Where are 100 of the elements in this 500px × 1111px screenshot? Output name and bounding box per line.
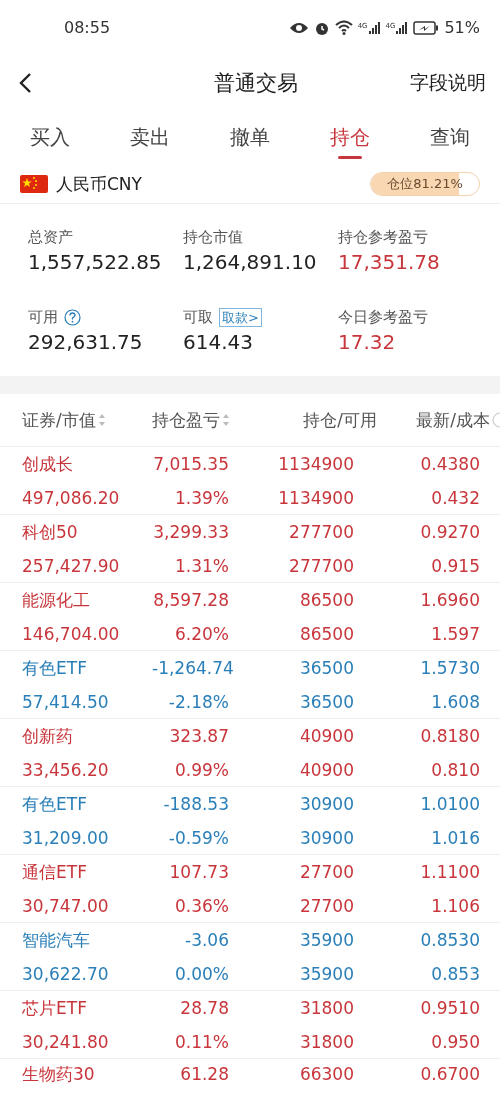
pnl-percent-cell-text: -0.59% — [167, 826, 229, 849]
security-name: 创新药 — [22, 724, 74, 747]
available-cell-text: 36500 — [298, 690, 354, 713]
cost-price-cell-text: 0.950 — [430, 1030, 480, 1053]
column-header[interactable]: 持仓盈亏 — [152, 408, 230, 432]
market-value-cell-text: 30,747.00 — [22, 894, 110, 917]
holding-row[interactable]: 科创50 3,299.33 277700 0.9270 257,427.90 1.31% 277700 0.915 — [0, 515, 500, 583]
holding-row[interactable]: 通信ETF 107.73 27700 1.1100 30,747.00 0.36% 27700 1.106 — [0, 855, 500, 923]
position-cell-text: 35900 — [298, 928, 354, 951]
cost-price-cell-text: 1.016 — [430, 826, 480, 849]
latest-price-cell-text: 1.1100 — [419, 860, 480, 883]
pnl-percent-cell-text: 6.20% — [174, 622, 229, 645]
market-value-cell-text: 31,209.00 — [22, 826, 110, 849]
battery-icon — [413, 20, 440, 35]
cost-price-cell-text: 1.597 — [430, 622, 480, 645]
security-name: 智能汽车 — [22, 928, 91, 951]
pnl-cell: 7,015.35 — [152, 452, 229, 475]
pnl-cell: 8,597.28 — [152, 588, 229, 611]
market-value-cell-text: 57,414.50 — [22, 690, 110, 713]
latest-price-cell-text: 1.6960 — [419, 588, 480, 611]
sort-icon — [222, 413, 230, 427]
security-name: 能源化工 — [22, 588, 91, 611]
pnl-cell-text: 61.28 — [179, 1063, 229, 1085]
position-cell-text: 1134900 — [277, 452, 354, 475]
latest-price-cell-text: 0.6700 — [419, 1063, 480, 1085]
status-time: 08:55 — [64, 18, 111, 37]
tab[interactable]: 卖出 — [100, 110, 200, 165]
flag-icon — [20, 175, 48, 193]
holding-row[interactable]: 生物药30 61.28 66300 0.6700 — [0, 1059, 500, 1085]
holding-row[interactable]: 有色ETF -1,264.74 36500 1.5730 57,414.50 -2.18% 36500 1.608 — [0, 651, 500, 719]
holding-row[interactable]: 有色ETF -188.53 30900 1.0100 31,209.00 -0.59% 30900 1.016 — [0, 787, 500, 855]
security-name: 生物药30 — [22, 1063, 96, 1085]
field-help-link[interactable]: 字段说明 — [410, 69, 486, 96]
available-cell-text: 35900 — [298, 962, 354, 985]
holding-row[interactable]: 智能汽车 -3.06 35900 0.8530 30,622.70 0.00% 35900 0.853 — [0, 923, 500, 991]
available-cell-text: 30900 — [298, 826, 354, 849]
tab[interactable]: 持仓 — [300, 110, 400, 165]
latest-price-cell-text: 0.8180 — [419, 724, 480, 747]
summary-label: 可取 — [183, 307, 213, 327]
position-cell-text: 86500 — [298, 588, 354, 611]
position-cell-text: 40900 — [298, 724, 354, 747]
pnl-percent-cell-text: 0.99% — [174, 758, 229, 781]
summary-label: 可用 — [28, 307, 58, 327]
position-cell-text: 30900 — [298, 792, 354, 815]
position-cell-text: 31800 — [298, 996, 354, 1019]
summary-value: 17,351.78 — [338, 250, 441, 274]
eye-icon — [288, 20, 309, 35]
column-header[interactable]: 证券/市值 — [22, 408, 106, 432]
security-name: 有色ETF — [22, 792, 88, 815]
withdraw-link[interactable]: 取款> — [219, 307, 262, 327]
summary-label: 持仓参考盈亏 — [338, 227, 428, 247]
market-value-cell-text: 30,622.70 — [22, 962, 110, 985]
tab[interactable]: 买入 — [0, 110, 100, 165]
pnl-cell-text: -3.06 — [184, 928, 229, 951]
latest-price-cell-text: 0.9510 — [419, 996, 480, 1019]
tab[interactable]: 撤单 — [200, 110, 300, 165]
holding-row[interactable]: 创新药 323.87 40900 0.8180 33,456.20 0.99% 40900 0.810 — [0, 719, 500, 787]
position-cell-text: 27700 — [298, 860, 354, 883]
pnl-cell: 3,299.33 — [152, 520, 229, 543]
latest-price-cell-text: 0.9270 — [419, 520, 480, 543]
cost-price-cell-text: 1.608 — [430, 690, 480, 713]
pnl-cell-text: -188.53 — [162, 792, 229, 815]
available-cell-text: 1134900 — [277, 486, 354, 509]
position-cell-text: 277700 — [288, 520, 354, 543]
tab[interactable]: 查询 — [400, 110, 500, 165]
back-icon[interactable] — [18, 71, 32, 94]
security-name: 芯片ETF — [22, 996, 88, 1019]
available-cell-text: 40900 — [298, 758, 354, 781]
column-header: 最新/成本 — [416, 408, 490, 432]
summary-value: 614.43 — [183, 330, 254, 354]
available-cell-text: 86500 — [298, 622, 354, 645]
position-meter: 仓位81.21% — [370, 172, 480, 196]
cost-price-cell-text: 1.106 — [430, 894, 480, 917]
page-title: 普通交易 — [213, 69, 299, 97]
pnl-cell-text: 28.78 — [179, 996, 229, 1019]
available-cell-text: 277700 — [288, 554, 354, 577]
market-value-cell-text: 497,086.20 — [22, 486, 121, 509]
cost-price-cell-text: 0.853 — [430, 962, 480, 985]
market-value-cell-text: 30,241.80 — [22, 1030, 110, 1053]
summary-value: 1,264,891.10 — [183, 250, 318, 274]
security-name: 有色ETF — [22, 656, 88, 679]
holding-row[interactable]: 能源化工 8,597.28 86500 1.6960 146,704.00 6.20% 86500 1.597 — [0, 583, 500, 651]
market-value-cell-text: 257,427.90 — [22, 554, 121, 577]
latest-price-cell-text: 0.8530 — [419, 928, 480, 951]
holding-row[interactable]: 创成长 7,015.35 1134900 0.4380 497,086.20 1.39% 1134900 0.432 — [0, 447, 500, 515]
holding-row[interactable]: 芯片ETF 28.78 31800 0.9510 30,241.80 0.11% 31800 0.950 — [0, 991, 500, 1059]
cost-price-cell-text: 0.810 — [430, 758, 480, 781]
position-cell-text: 66300 — [298, 1063, 354, 1085]
summary-value: 17.32 — [338, 330, 397, 354]
security-name: 创成长 — [22, 452, 74, 475]
market-value-cell-text: 146,704.00 — [22, 622, 121, 645]
available-cell-text: 27700 — [298, 894, 354, 917]
latest-price-cell-text: 1.5730 — [419, 656, 480, 679]
summary-label: 总资产 — [28, 227, 73, 247]
cost-price-cell-text: 0.432 — [430, 486, 480, 509]
security-name: 科创50 — [22, 520, 79, 543]
pnl-percent-cell-text: 1.31% — [174, 554, 229, 577]
latest-price-cell-text: 1.0100 — [419, 792, 480, 815]
pnl-percent-cell-text: 1.39% — [174, 486, 229, 509]
column-header: 持仓/可用 — [303, 408, 377, 432]
